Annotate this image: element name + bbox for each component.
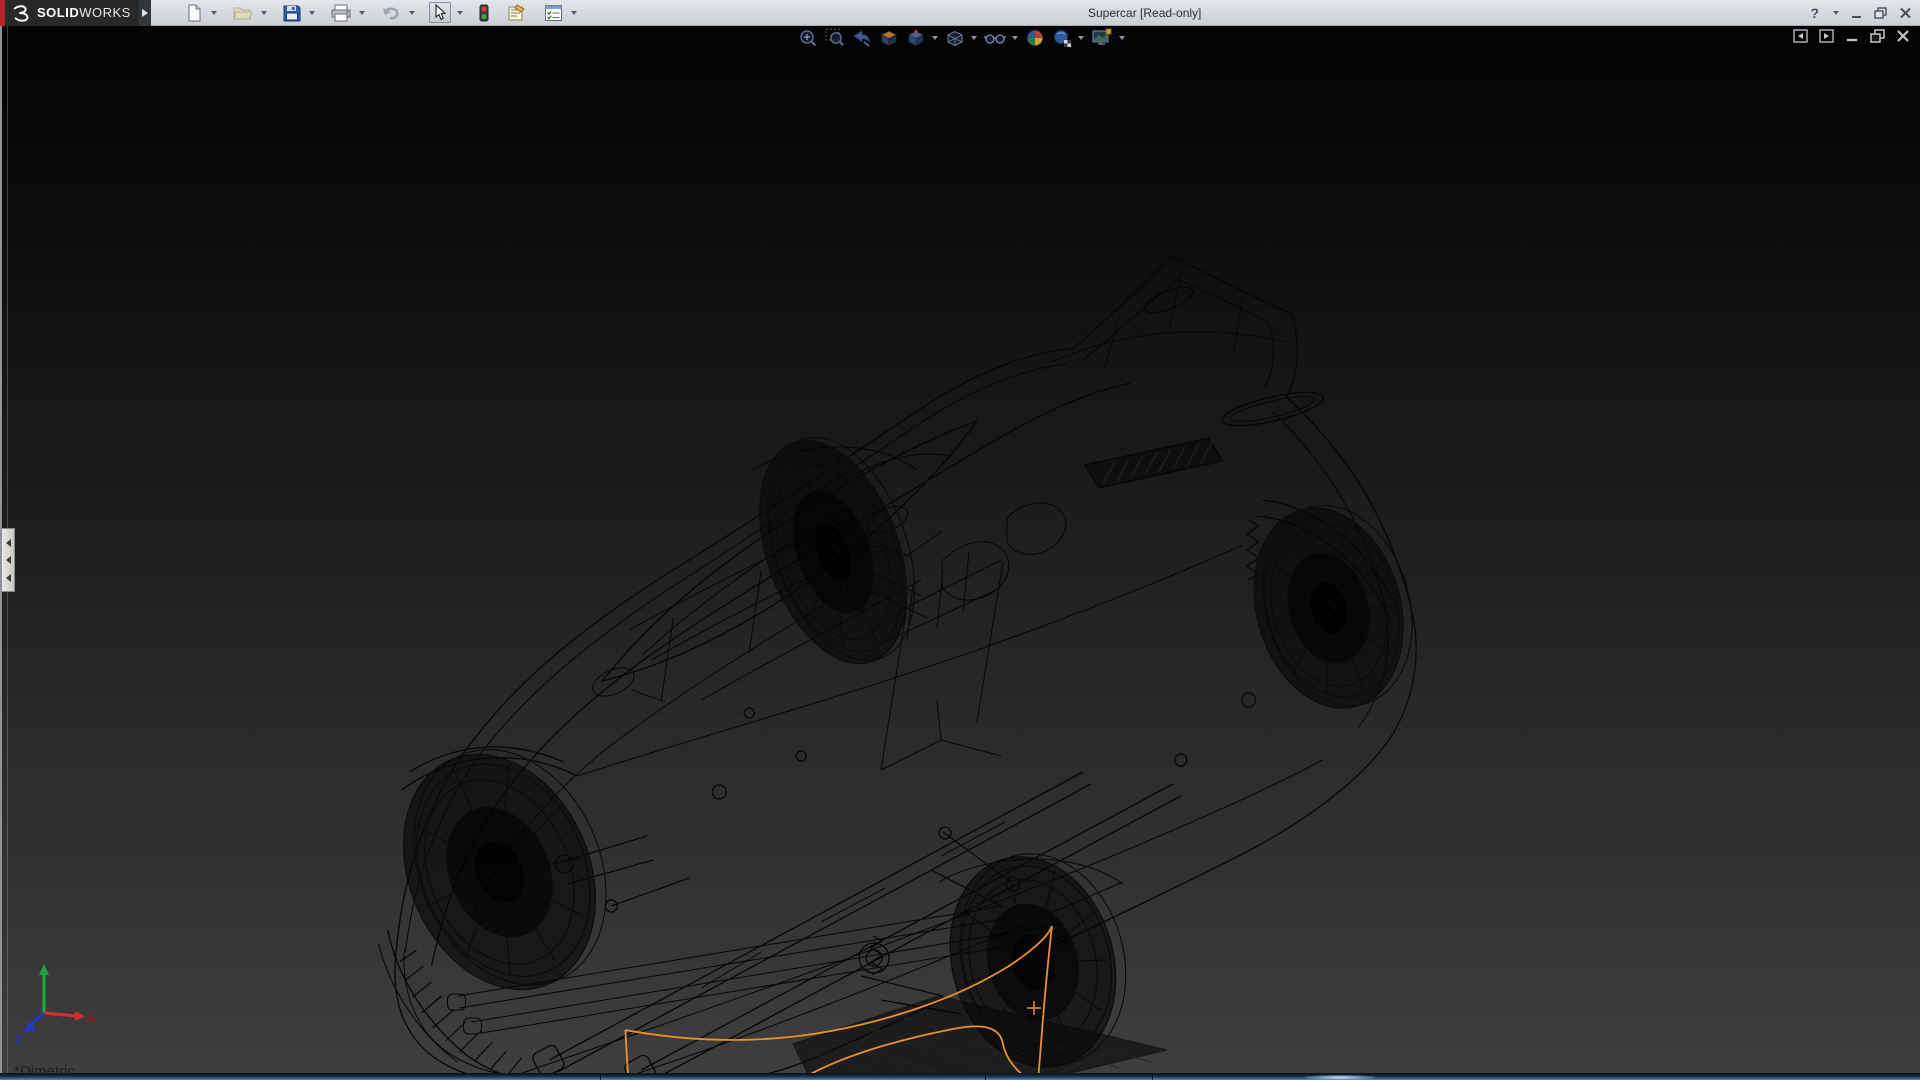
section-view-button[interactable]: [879, 28, 899, 48]
feature-manager-collapsed-tab[interactable]: [2, 528, 15, 592]
help-dropdown-arrow[interactable]: [1833, 11, 1839, 15]
view-settings-icon: [1091, 28, 1113, 48]
new-dropdown-arrow[interactable]: [211, 11, 217, 15]
select-dropdown-arrow[interactable]: [457, 11, 463, 15]
print-dropdown-arrow[interactable]: [359, 11, 365, 15]
car-wireframe-model[interactable]: [2, 26, 1920, 1073]
save-dropdown-arrow[interactable]: [309, 11, 315, 15]
options-button[interactable]: [542, 3, 565, 23]
edit-appearance-sphere-icon: [1025, 28, 1045, 48]
car-wheels: [368, 417, 1435, 1073]
doc-restore-button[interactable]: [1870, 29, 1885, 43]
undo-dropdown-arrow[interactable]: [409, 11, 415, 15]
graphics-viewport[interactable]: X Z *Dimetric: [0, 26, 1920, 1073]
chevron-right-icon: [141, 8, 149, 18]
zoom-to-fit-button[interactable]: [798, 28, 818, 48]
view-settings-button[interactable]: [1091, 28, 1125, 48]
menu-expand-button[interactable]: [139, 0, 151, 26]
print-icon: [331, 4, 351, 22]
edit-appearance-button[interactable]: [1025, 28, 1045, 48]
document-window-controls: [1793, 29, 1910, 43]
view-orientation-button[interactable]: [906, 28, 938, 48]
open-folder-icon: [233, 4, 253, 22]
display-style-icon: [945, 28, 965, 48]
undo-button[interactable]: [379, 3, 403, 23]
collapse-arrow-icon: [6, 539, 11, 547]
app-window-controls: ?: [1810, 0, 1912, 26]
hide-show-dropdown-arrow[interactable]: [1012, 36, 1018, 40]
save-floppy-icon: [283, 4, 301, 22]
dassault-3ds-logo-icon: [11, 4, 33, 22]
brand-text: SOLIDWORKS: [37, 5, 131, 20]
apply-scene-dropdown-arrow[interactable]: [1078, 36, 1084, 40]
options-dropdown-arrow[interactable]: [571, 11, 577, 15]
apply-scene-icon: [1052, 28, 1072, 48]
taskbar-glow: [1305, 1075, 1375, 1080]
rebuild-traffic-light-icon: [479, 4, 489, 22]
display-style-dropdown-arrow[interactable]: [971, 36, 977, 40]
doc-close-button[interactable]: [1896, 29, 1910, 43]
close-button[interactable]: [1899, 7, 1912, 19]
view-settings-dropdown-arrow[interactable]: [1119, 36, 1125, 40]
logo-red-stripe: [0, 0, 5, 26]
select-button[interactable]: [429, 2, 451, 23]
view-orientation-icon: [906, 28, 926, 48]
new-document-button[interactable]: [183, 3, 205, 23]
help-button[interactable]: ?: [1810, 0, 1819, 26]
tile-right-button[interactable]: [1819, 29, 1834, 43]
collapse-arrow-icon: [6, 556, 11, 564]
collapse-arrow-icon: [6, 574, 11, 582]
orientation-triad: X Z: [14, 963, 100, 1047]
tile-left-button[interactable]: [1793, 29, 1808, 43]
file-properties-icon: [507, 4, 526, 22]
hide-show-items-button[interactable]: [984, 28, 1018, 48]
minimize-button[interactable]: [1850, 7, 1863, 19]
heads-up-view-toolbar: [2, 28, 1920, 48]
print-button[interactable]: [329, 3, 353, 23]
select-cursor-icon: [432, 4, 448, 21]
apply-scene-button[interactable]: [1052, 28, 1084, 48]
restore-button[interactable]: [1874, 7, 1888, 19]
window-title: Supercar [Read-only]: [1088, 0, 1201, 26]
rebuild-button[interactable]: [477, 3, 491, 23]
display-style-button[interactable]: [945, 28, 977, 48]
windows-taskbar-edge[interactable]: [0, 1073, 1920, 1080]
standard-toolbar: [183, 2, 577, 23]
triad-z-label: Z: [15, 1032, 22, 1046]
undo-arrow-icon: [381, 4, 401, 22]
hide-show-items-glasses-icon: [984, 28, 1006, 48]
file-properties-button[interactable]: [505, 3, 528, 23]
view-orientation-dropdown-arrow[interactable]: [932, 36, 938, 40]
triad-x-label: X: [87, 1011, 95, 1025]
doc-minimize-button[interactable]: [1845, 29, 1859, 43]
view-orientation-label: *Dimetric: [14, 1063, 75, 1073]
solidworks-logo: SOLIDWORKS: [0, 0, 139, 26]
zoom-to-area-button[interactable]: [825, 28, 845, 48]
section-view-icon: [879, 28, 899, 48]
options-icon: [544, 4, 563, 22]
previous-view-icon: [852, 28, 872, 48]
previous-view-button[interactable]: [852, 28, 872, 48]
new-document-icon: [185, 4, 203, 22]
open-dropdown-arrow[interactable]: [261, 11, 267, 15]
zoom-to-area-icon: [825, 28, 845, 48]
title-bar: SOLIDWORKS: [0, 0, 1920, 26]
open-button[interactable]: [231, 3, 255, 23]
zoom-to-fit-icon: [798, 28, 818, 48]
save-button[interactable]: [281, 3, 303, 23]
